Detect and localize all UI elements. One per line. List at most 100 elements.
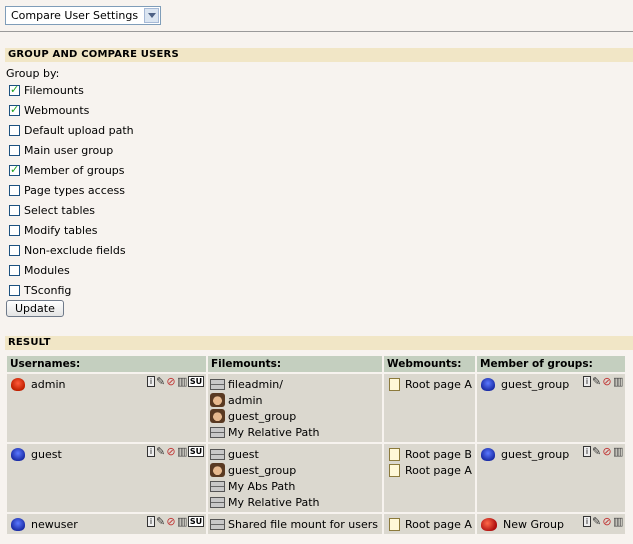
record-actions: i: [582, 376, 623, 387]
user-cell: admin i SU: [7, 374, 206, 442]
group-icon: [481, 517, 497, 531]
webmount-label: Root page A: [405, 377, 472, 391]
checkbox-modify-tables[interactable]: [9, 224, 20, 236]
module-select[interactable]: Compare User Settings: [5, 6, 162, 25]
username: guest: [31, 447, 62, 461]
option-webmounts[interactable]: Webmounts: [9, 102, 89, 118]
edit-icon[interactable]: [592, 446, 601, 457]
hide-icon[interactable]: [602, 376, 612, 387]
option-label: Main user group: [24, 143, 114, 157]
option-label: Default upload path: [24, 123, 134, 137]
record-actions: i: [582, 516, 623, 527]
switch-user-button[interactable]: SU: [188, 516, 204, 527]
edit-icon[interactable]: [156, 516, 165, 527]
checkbox-webmounts[interactable]: [9, 103, 20, 116]
delete-icon[interactable]: [177, 516, 187, 527]
delete-icon[interactable]: [177, 376, 187, 387]
switch-user-button[interactable]: SU: [188, 376, 204, 387]
delete-icon[interactable]: [177, 446, 187, 457]
edit-icon[interactable]: [592, 516, 601, 527]
filemounts-cell: guest guest_group My Abs Path My Relative P…: [208, 444, 382, 512]
server-icon: [210, 448, 225, 460]
hide-icon[interactable]: [166, 446, 176, 457]
checkbox-filemounts[interactable]: [9, 83, 20, 96]
server-icon: [210, 480, 225, 492]
option-label: Modules: [24, 263, 70, 277]
checkbox-main-user-group[interactable]: [9, 144, 20, 156]
filemount-item: Shared file mount for users: [210, 516, 380, 532]
table-row: guest i SU guest guest_group My Abs Path My Re…: [7, 444, 625, 512]
hide-icon[interactable]: [602, 446, 612, 457]
delete-icon[interactable]: [613, 376, 623, 387]
checkbox-member-of-groups[interactable]: [9, 163, 20, 176]
webmounts-cell: Root page A: [384, 374, 475, 442]
group-label: New Group: [503, 517, 564, 531]
info-icon[interactable]: i: [147, 376, 155, 387]
filemount-item: guest_group: [210, 462, 380, 478]
info-icon[interactable]: i: [147, 516, 155, 527]
group-label: guest_group: [501, 447, 570, 461]
checkbox-tsconfig[interactable]: [9, 284, 20, 296]
hide-icon[interactable]: [602, 516, 612, 527]
edit-icon[interactable]: [156, 446, 165, 457]
option-select-tables[interactable]: Select tables: [9, 202, 95, 218]
option-page-types-access[interactable]: Page types access: [9, 182, 125, 198]
user-icon: [11, 517, 25, 531]
checkbox-non-exclude-fields[interactable]: [9, 244, 20, 256]
filemount-label: guest_group: [228, 409, 297, 423]
option-label: Select tables: [24, 203, 96, 217]
edit-icon[interactable]: [156, 376, 165, 387]
filemounts-cell: fileadmin/admin guest_group My Relative Pa…: [208, 374, 382, 442]
filemount-item: My Relative Path: [210, 424, 380, 440]
checkbox-select-tables[interactable]: [9, 204, 20, 216]
page-icon: [389, 517, 400, 531]
option-non-exclude-fields[interactable]: Non-exclude fields: [9, 242, 126, 258]
delete-icon[interactable]: [613, 516, 623, 527]
checkbox-default-upload-path[interactable]: [9, 124, 20, 136]
option-label: Member of groups: [24, 163, 125, 177]
filemount-item: My Abs Path: [210, 478, 380, 494]
server-icon: [210, 378, 225, 390]
section-title-group: GROUP AND COMPARE USERS: [5, 48, 633, 62]
option-tsconfig[interactable]: TSconfig: [9, 282, 71, 298]
admin-user-icon: [11, 377, 25, 391]
option-label: Modify tables: [24, 223, 98, 237]
module-menu[interactable]: Compare User Settings: [5, 6, 162, 25]
user-face-icon: [210, 463, 225, 477]
switch-user-button[interactable]: SU: [188, 446, 204, 457]
option-modules[interactable]: Modules: [9, 262, 70, 278]
checkbox-modules[interactable]: [9, 264, 20, 276]
table-row: newuser i SU Shared file mount for users Roo…: [7, 514, 625, 534]
option-label: Filemounts: [24, 83, 84, 97]
page-icon: [389, 377, 400, 391]
header-webmounts: Webmounts:: [384, 356, 475, 372]
delete-icon[interactable]: [613, 446, 623, 457]
option-main-user-group[interactable]: Main user group: [9, 142, 113, 158]
section-title-result: RESULT: [5, 336, 633, 350]
edit-icon[interactable]: [592, 376, 601, 387]
info-icon[interactable]: i: [147, 446, 155, 457]
option-filemounts[interactable]: Filemounts: [9, 82, 84, 98]
checkbox-page-types-access[interactable]: [9, 184, 20, 196]
chevron-down-icon[interactable]: [144, 8, 160, 23]
filemount-label: guest: [228, 447, 259, 461]
result-header-row: Usernames: Filemounts: Webmounts: Member…: [7, 356, 625, 372]
hide-icon[interactable]: [166, 376, 176, 387]
hide-icon[interactable]: [166, 516, 176, 527]
option-label: Non-exclude fields: [24, 243, 126, 257]
page-icon: [389, 447, 400, 461]
info-icon[interactable]: i: [583, 376, 591, 387]
info-icon[interactable]: i: [583, 446, 591, 457]
update-button[interactable]: Update: [6, 300, 64, 317]
option-default-upload-path[interactable]: Default upload path: [9, 122, 134, 138]
group-by-label: Group by:: [6, 67, 60, 80]
option-modify-tables[interactable]: Modify tables: [9, 222, 98, 238]
info-icon[interactable]: i: [583, 516, 591, 527]
divider: [0, 31, 633, 32]
filemount-item: My Relative Path: [210, 494, 380, 510]
filemount-item: guest_group: [210, 408, 380, 424]
group-label: guest_group: [501, 377, 570, 391]
username: newuser: [31, 517, 78, 531]
filemount-item: fileadmin/: [210, 376, 380, 392]
option-member-of-groups[interactable]: Member of groups: [9, 162, 125, 178]
